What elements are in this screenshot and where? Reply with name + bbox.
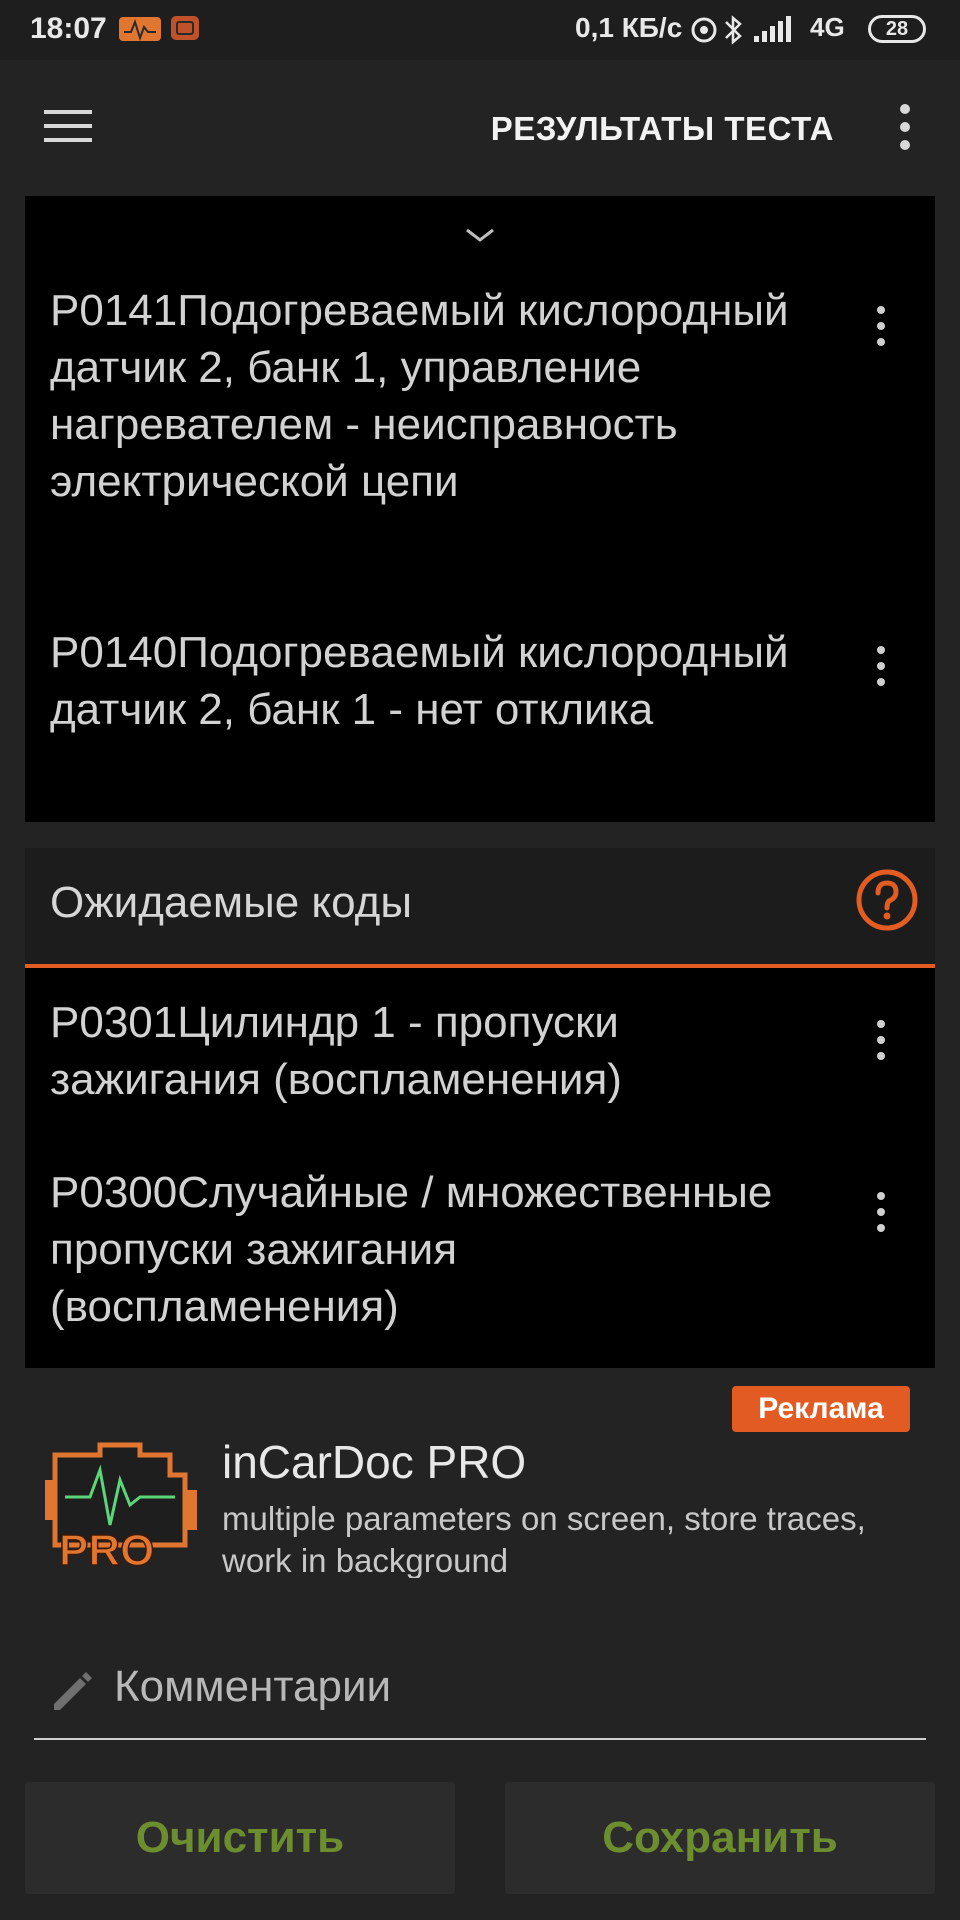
trouble-code-item[interactable]: P0140Подогреваемый кислородный датчик 2,…	[50, 624, 790, 738]
help-circle-icon[interactable]	[855, 868, 919, 932]
trouble-code: P0300	[50, 1168, 178, 1217]
svg-text:PRO: PRO	[59, 1526, 154, 1575]
trouble-code: P0140	[50, 628, 178, 677]
status-time: 18:07	[30, 12, 107, 45]
item-more-icon[interactable]	[872, 1018, 890, 1062]
status-icons	[691, 15, 791, 45]
more-vert-icon[interactable]	[890, 102, 920, 152]
page-title: РЕЗУЛЬТАТЫ ТЕСТА	[490, 110, 834, 147]
clear-button[interactable]: Очистить	[25, 1782, 455, 1894]
hotspot-icon	[691, 17, 717, 43]
signal-icon	[754, 16, 791, 42]
hamburger-icon[interactable]	[44, 108, 92, 144]
car-app-notification-icon	[119, 17, 161, 42]
trouble-code-item[interactable]: P0301Цилиндр 1 - пропуски зажигания (вос…	[50, 994, 790, 1108]
app-notification-icon	[171, 16, 199, 40]
network-speed: 0,1 КБ/с	[575, 12, 683, 43]
item-more-icon[interactable]	[872, 1190, 890, 1234]
network-type: 4G	[810, 12, 845, 42]
ad-description: multiple parameters on screen, store tra…	[222, 1500, 866, 1578]
trouble-code: P0141	[50, 286, 178, 335]
trouble-code-item[interactable]: P0300Случайные / множественные пропуски …	[50, 1164, 790, 1335]
item-more-icon[interactable]	[872, 644, 890, 688]
battery-icon: 28	[868, 15, 926, 43]
confirmed-codes-card: P0141Подогреваемый кислородный датчик 2,…	[25, 196, 935, 822]
item-more-icon[interactable]	[872, 304, 890, 348]
ad-badge: Реклама	[732, 1386, 910, 1432]
pencil-icon	[54, 1672, 92, 1710]
trouble-code: P0301	[50, 998, 178, 1047]
chevron-down-icon[interactable]	[463, 226, 497, 244]
app-bar: РЕЗУЛЬТАТЫ ТЕСТА	[0, 60, 960, 196]
save-button[interactable]: Сохранить	[505, 1782, 935, 1894]
bluetooth-icon	[725, 15, 742, 45]
ad-title[interactable]: inCarDoc PRO	[222, 1435, 526, 1489]
trouble-code-item[interactable]: P0141Подогреваемый кислородный датчик 2,…	[50, 282, 790, 510]
app-logo-icon[interactable]: PRO	[45, 1435, 197, 1575]
comment-input[interactable]	[112, 1656, 906, 1718]
pending-codes-card: Ожидаемые коды P0301Цилиндр 1 - пропуски…	[25, 848, 935, 1368]
pending-codes-header: Ожидаемые коды	[25, 848, 935, 968]
section-title: Ожидаемые коды	[50, 878, 412, 927]
comment-field[interactable]	[34, 1640, 926, 1740]
status-bar: 18:07 0,1 КБ/с 4G 28	[0, 0, 960, 60]
